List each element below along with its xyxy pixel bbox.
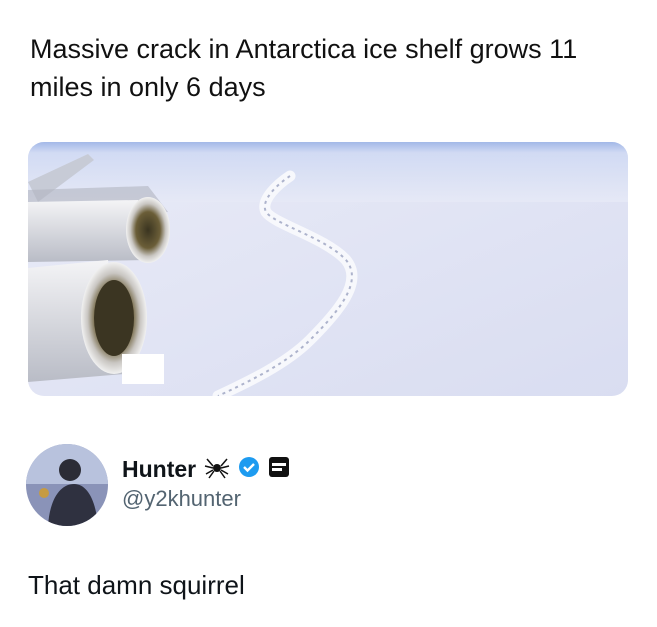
author-block[interactable]: Hunter @y2khunter (26, 444, 626, 528)
author-handle[interactable]: @y2khunter (122, 486, 290, 512)
author-display-name[interactable]: Hunter (122, 456, 196, 483)
avatar[interactable] (26, 444, 108, 526)
reply-text: That damn squirrel (28, 570, 245, 600)
verified-badge-icon[interactable] (238, 456, 260, 483)
label-badge-icon[interactable] (268, 456, 290, 483)
spider-icon (204, 454, 230, 485)
post-headline: Massive crack in Antarctica ice shelf gr… (30, 34, 578, 102)
post-image[interactable] (28, 142, 628, 396)
